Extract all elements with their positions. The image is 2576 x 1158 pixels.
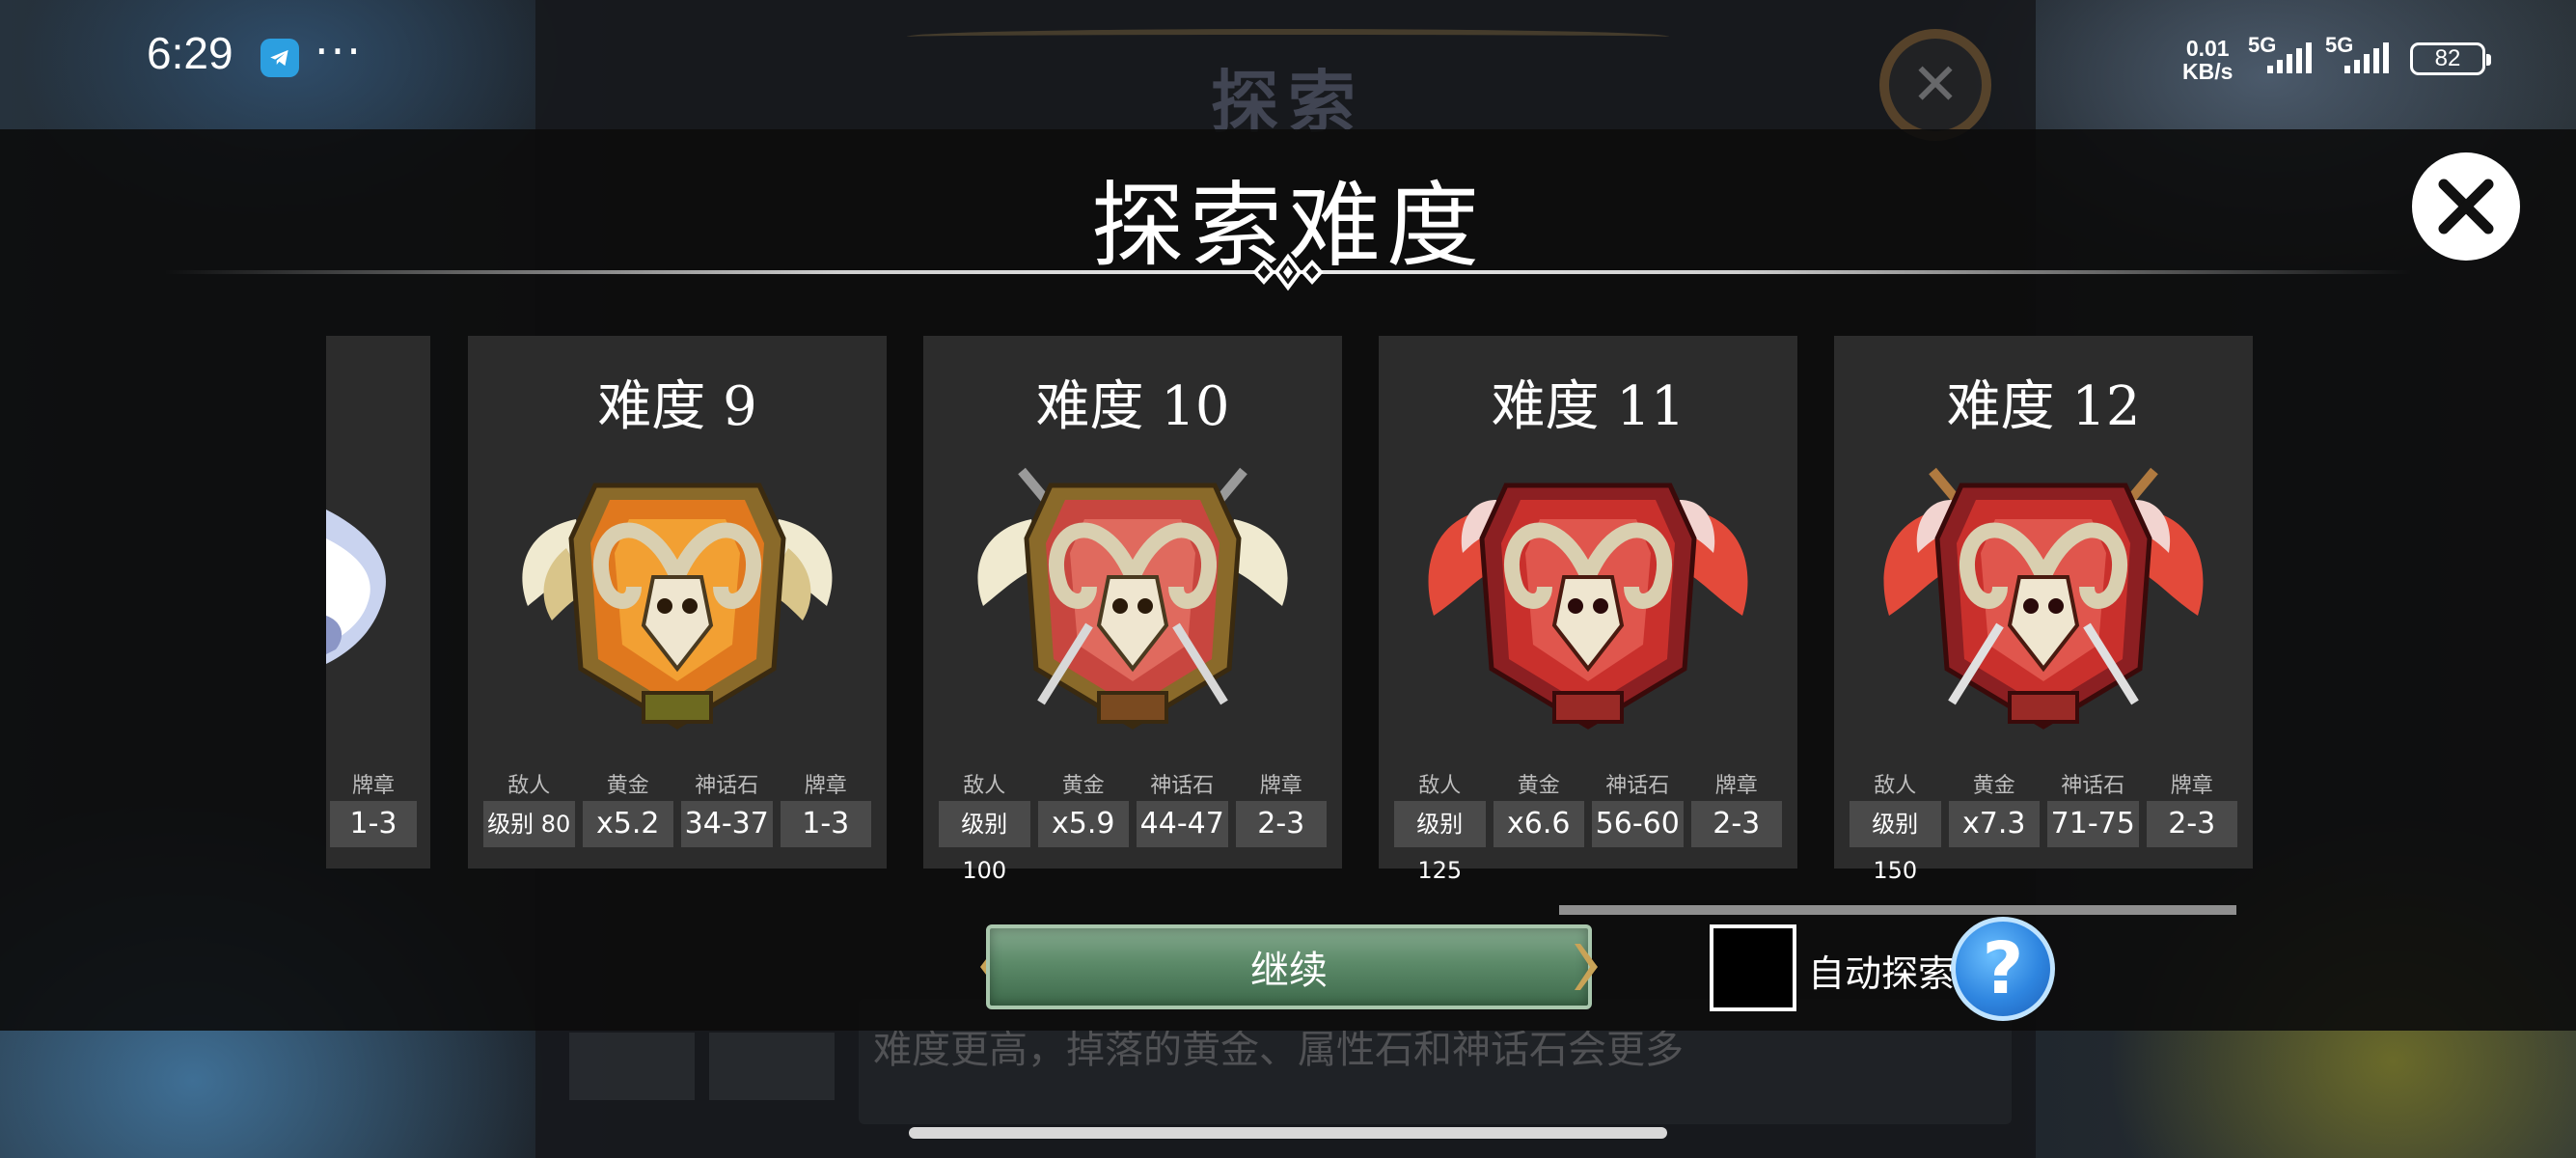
card-stats: 敌人级别 100 黄金 x5.9 神话石 44-47 牌章 2-3 — [939, 772, 1327, 884]
difficulty-card-partial[interactable]: 牌章 1-3 — [326, 336, 430, 868]
card-title: 难度 9 — [597, 375, 757, 438]
stat-value: 2-3 — [1690, 801, 1782, 847]
auto-explore-checkbox[interactable] — [1710, 924, 1796, 1011]
stat-label: 敌人 — [963, 774, 1006, 798]
stat-value: x6.6 — [1493, 801, 1584, 847]
stat-badge: 牌章 1-3 — [780, 772, 871, 847]
auto-explore-label: 自动探索 — [1808, 952, 1956, 995]
title-diamond-ornament — [1252, 253, 1324, 291]
stat-mythstone: 神话石 71-75 — [2047, 772, 2139, 847]
stat-gold: 黄金 x5.9 — [1037, 772, 1129, 847]
card-title: 难度 10 — [1035, 375, 1230, 438]
partial-emblem-wing-icon — [326, 510, 386, 664]
stat-label: 敌人 — [1874, 774, 1917, 798]
stat-label: 黄金 — [1972, 774, 2015, 798]
stat-badge: 牌章 2-3 — [2146, 772, 2237, 847]
stat-label: 黄金 — [1517, 774, 1560, 798]
stat-value: x5.2 — [582, 801, 673, 847]
background-stat-box — [709, 1033, 835, 1100]
stat-value: 1-3 — [330, 801, 417, 847]
card-stats: 敌人级别 150 黄金 x7.3 神话石 71-75 牌章 2-3 — [1850, 772, 2237, 884]
battery-icon: 82 — [2410, 42, 2491, 75]
stat-label: 牌章 — [351, 774, 395, 798]
stat-label: 神话石 — [695, 774, 759, 798]
stat-badge: 牌章 2-3 — [1235, 772, 1327, 847]
stat-mythstone: 神话石 44-47 — [1137, 772, 1228, 847]
signal-icon-2: 5G — [2325, 33, 2389, 75]
stat-gold: 黄金 x6.6 — [1493, 772, 1584, 847]
stat-mythstone: 神话石 34-37 — [681, 772, 773, 847]
stat-mythstone: 神话石 56-60 — [1592, 772, 1684, 847]
close-button[interactable] — [2412, 152, 2520, 261]
difficulty-emblem-icon — [1428, 482, 1748, 730]
close-icon — [2438, 179, 2494, 234]
background-stat-box — [569, 1033, 695, 1100]
stat-label: 牌章 — [2170, 774, 2213, 798]
network-speed-unit: KB/s — [2182, 59, 2233, 84]
card-title: 难度 12 — [1946, 375, 2141, 438]
network-speed: 0.01 KB/s — [2182, 37, 2233, 83]
card-stats: 敌人级别 125 黄金 x6.6 神话石 56-60 牌章 2-3 — [1394, 772, 1782, 884]
stat-value: 2-3 — [1235, 801, 1327, 847]
stat-label: 神话石 — [1150, 774, 1215, 798]
home-indicator[interactable] — [909, 1127, 1667, 1139]
difficulty-card-10[interactable]: 难度 10 敌人级别 100 黄金 x5.9 神话石 44-47 牌章 2-3 — [923, 336, 1342, 884]
stat-enemy: 敌人级别 150 — [1850, 772, 1941, 884]
stat-enemy: 敌人级别 100 — [939, 772, 1030, 884]
stat-label: 黄金 — [1061, 774, 1105, 798]
stat-value: x5.9 — [1037, 801, 1129, 847]
stat-value: 44-47 — [1137, 801, 1228, 847]
cards-scrollbar[interactable] — [1559, 905, 2236, 915]
card-title: 难度 11 — [1491, 375, 1685, 438]
stat-enemy: 敌人级别 125 — [1394, 772, 1486, 884]
continue-button[interactable]: 继续 — [986, 924, 1592, 1009]
stat-value: 1-3 — [780, 801, 871, 847]
difficulty-card-11[interactable]: 难度 11 敌人级别 125 黄金 x6.6 神话石 56-60 牌章 2-3 — [1379, 336, 1797, 884]
telegram-icon — [260, 39, 299, 77]
stat-value: 2-3 — [2146, 801, 2237, 847]
stat-label: 敌人 — [1418, 774, 1462, 798]
more-notifications-icon: ··· — [315, 25, 363, 77]
stat-enemy: 敌人级别 80 — [483, 772, 575, 847]
stat-value: 级别 100 — [939, 801, 1030, 884]
stat-gold: 黄金 x5.2 — [582, 772, 673, 847]
help-button[interactable]: ? — [1951, 917, 2055, 1021]
difficulty-emblem-icon — [1883, 467, 2204, 730]
stat-label: 黄金 — [606, 774, 649, 798]
stat-value: x7.3 — [1948, 801, 2040, 847]
difficulty-card-9[interactable]: 难度 9 敌人级别 80 黄金 x5.2 神话石 34-37 牌章 1-3 — [468, 336, 887, 868]
stat-value: 级别 125 — [1394, 801, 1486, 884]
status-bar: 6:29 ··· 0.01 KB/s 5G 5G 82 — [0, 0, 2576, 116]
difficulty-card-12[interactable]: 难度 12 敌人级别 150 黄金 x7.3 神话石 71-75 牌章 2-3 — [1834, 336, 2253, 884]
signal-icon-1: 5G — [2248, 33, 2312, 75]
status-time: 6:29 — [147, 28, 233, 78]
stat-label: 神话石 — [2061, 774, 2125, 798]
stat-label: 牌章 — [1259, 774, 1302, 798]
stat-label: 牌章 — [804, 774, 847, 798]
stat-value: 级别 150 — [1850, 801, 1941, 884]
stat-label: 神话石 — [1605, 774, 1670, 798]
stat-badge: 牌章 2-3 — [1690, 772, 1782, 847]
stat-value: 56-60 — [1592, 801, 1684, 847]
card-stats: 敌人级别 80 黄金 x5.2 神话石 34-37 牌章 1-3 — [483, 772, 871, 847]
difficulty-emblem-icon — [977, 467, 1288, 730]
stat-gold: 黄金 x7.3 — [1948, 772, 2040, 847]
stat-value: 71-75 — [2047, 801, 2139, 847]
stat-value: 级别 80 — [483, 801, 575, 847]
continue-right-cap-icon — [1575, 944, 1598, 990]
network-speed-value: 0.01 — [2185, 36, 2230, 61]
stat-label: 牌章 — [1714, 774, 1758, 798]
difficulty-emblem-icon — [522, 482, 833, 730]
stat-value: 34-37 — [681, 801, 773, 847]
stat-label: 敌人 — [507, 774, 551, 798]
